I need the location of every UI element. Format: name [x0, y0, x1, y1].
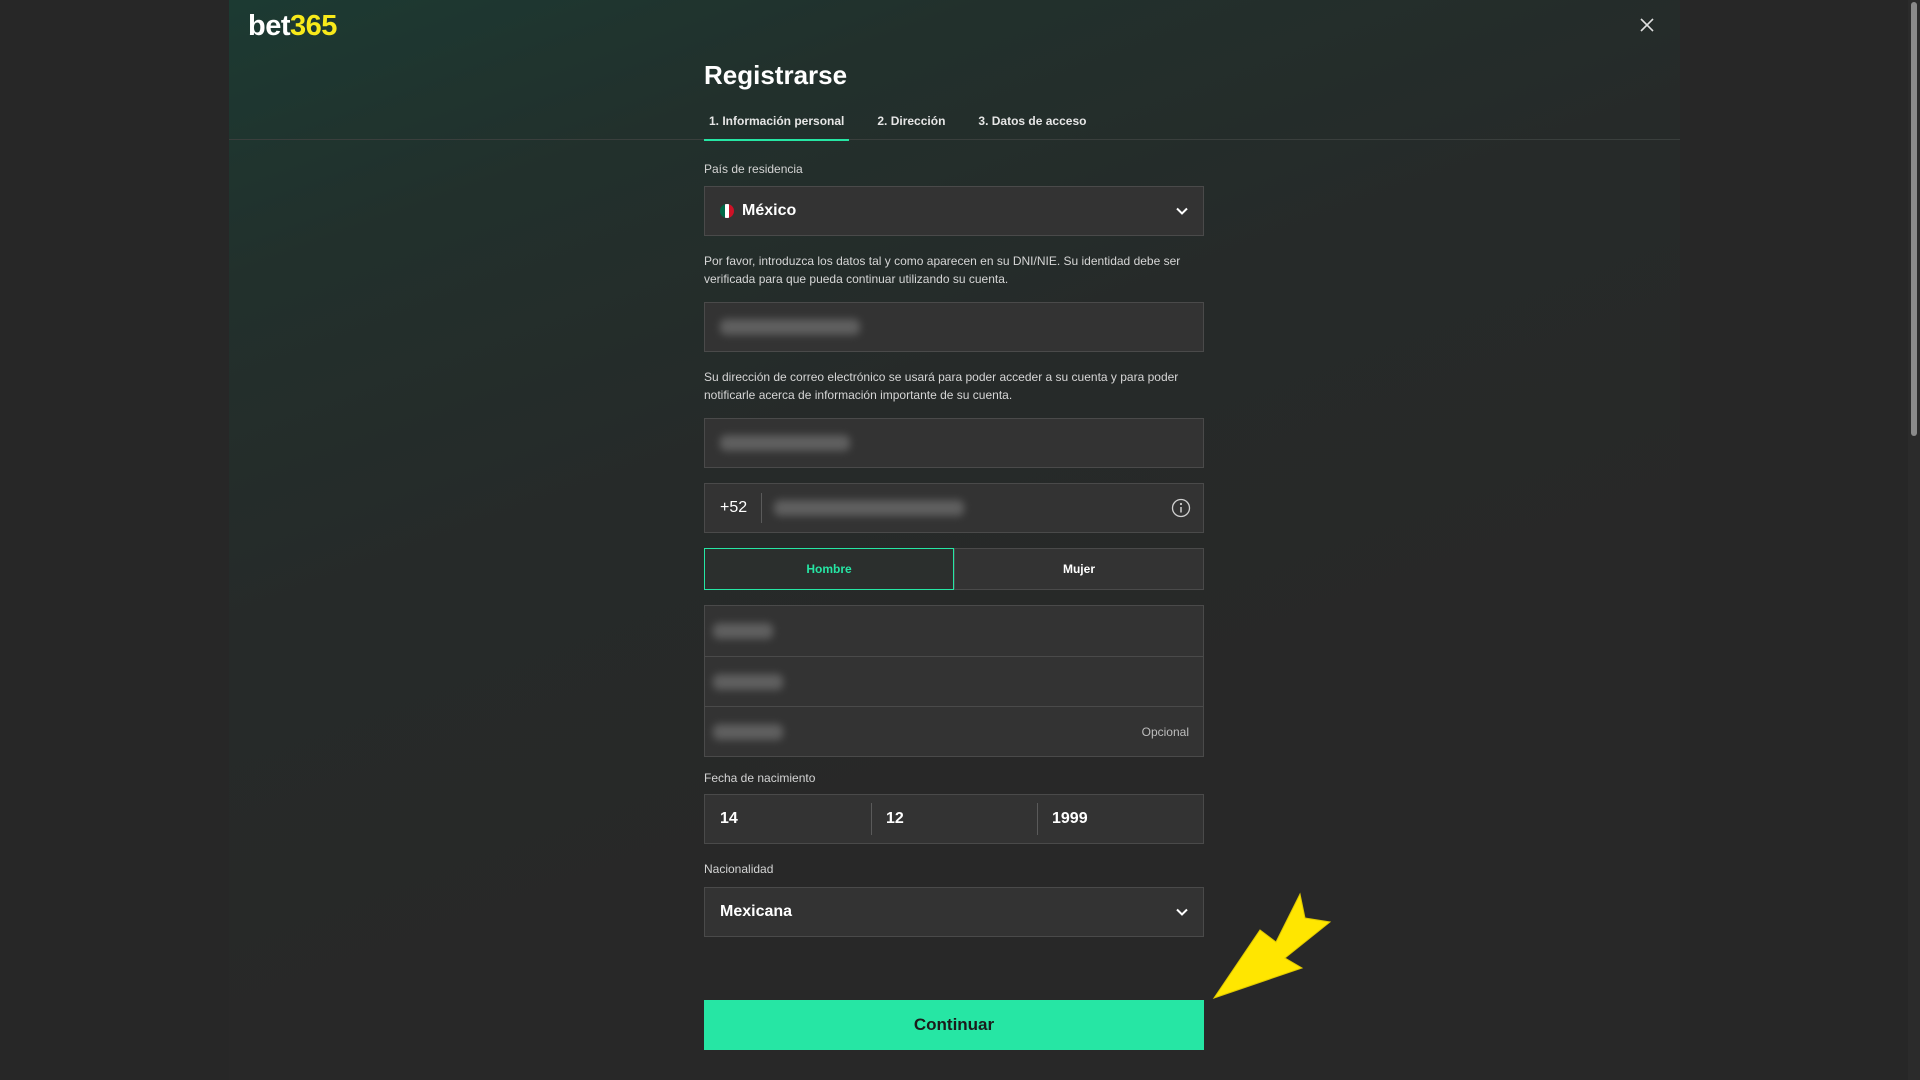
- logo-text-bet: bet: [248, 10, 291, 42]
- step-tabs: 1. Información personal 2. Dirección 3. …: [704, 114, 1114, 141]
- nationality-value: Mexicana: [720, 903, 793, 920]
- mexico-flag-icon: [720, 204, 734, 218]
- bet365-logo: bet365: [248, 10, 337, 43]
- redacted-value: [713, 673, 783, 690]
- redacted-value: [713, 623, 773, 639]
- page-scrollbar[interactable]: [1908, 0, 1920, 1080]
- nationality-select[interactable]: Mexicana: [704, 887, 1204, 937]
- identity-note: Por favor, introduzca los datos tal y co…: [704, 254, 1181, 286]
- gender-toggle: Hombre Mujer: [704, 548, 1204, 590]
- dob-field: 14 12 1999: [704, 794, 1204, 844]
- email-note: Su dirección de correo electrónico se us…: [704, 370, 1179, 402]
- chevron-down-icon: [1176, 207, 1188, 215]
- email-field[interactable]: [704, 418, 1204, 468]
- name-fields-group: Opcional: [704, 605, 1204, 757]
- nationality-label: Nacionalidad: [704, 862, 774, 876]
- tab-access-data[interactable]: 3. Datos de acceso: [973, 114, 1091, 140]
- dob-year-input[interactable]: 1999: [1037, 795, 1203, 843]
- dob-month-input[interactable]: 12: [871, 795, 1037, 843]
- annotation-arrow-icon: [1212, 892, 1332, 999]
- surname-field[interactable]: [705, 656, 1203, 706]
- phone-prefix: +52: [720, 493, 763, 523]
- country-select[interactable]: México: [704, 186, 1204, 236]
- first-name-field[interactable]: [705, 606, 1203, 656]
- info-icon[interactable]: [1171, 498, 1191, 518]
- second-surname-field[interactable]: Opcional: [705, 706, 1203, 756]
- gender-female-button[interactable]: Mujer: [954, 548, 1204, 590]
- redacted-value: [774, 500, 965, 516]
- close-button[interactable]: [1636, 14, 1658, 36]
- full-name-field[interactable]: [704, 302, 1204, 352]
- country-label: País de residencia: [704, 162, 803, 176]
- tab-address[interactable]: 2. Dirección: [872, 114, 950, 140]
- optional-label: Opcional: [1141, 724, 1189, 739]
- registration-modal: bet365 Registrarse 1. Información person…: [229, 0, 1680, 1080]
- redacted-value: [720, 435, 850, 451]
- chevron-down-icon: [1176, 908, 1188, 916]
- phone-field[interactable]: +52: [704, 483, 1204, 533]
- scrollbar-thumb[interactable]: [1911, 2, 1917, 436]
- tab-personal-info[interactable]: 1. Información personal: [704, 114, 850, 141]
- page-title: Registrarse: [704, 60, 848, 90]
- dob-day-input[interactable]: 14: [705, 795, 871, 843]
- redacted-value: [720, 319, 860, 335]
- country-value: México: [742, 202, 797, 219]
- gender-male-button[interactable]: Hombre: [704, 548, 954, 590]
- continue-button[interactable]: Continuar: [704, 1000, 1204, 1050]
- logo-text-365: 365: [290, 10, 337, 42]
- close-icon: [1640, 18, 1654, 32]
- dob-label: Fecha de nacimiento: [704, 771, 816, 785]
- redacted-value: [713, 723, 783, 740]
